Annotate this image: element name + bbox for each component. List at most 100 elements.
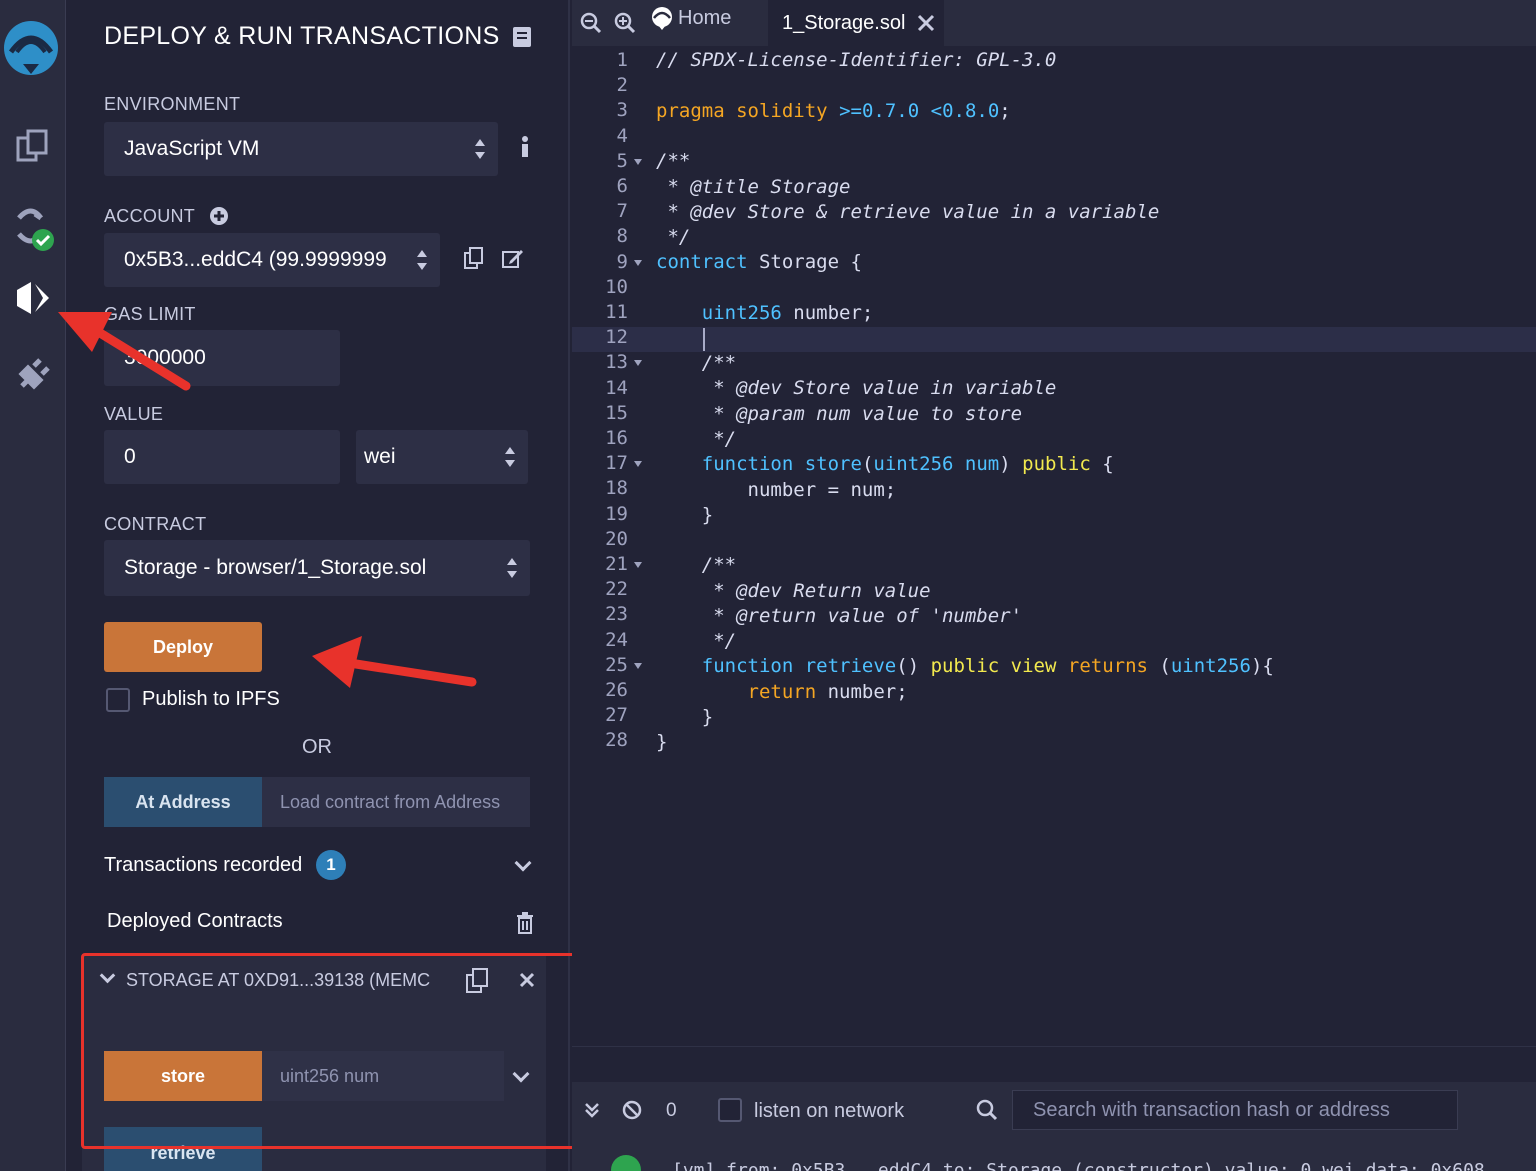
line-number: 16: [605, 427, 628, 449]
code-line-27: }: [656, 706, 714, 728]
line-number: 17: [605, 452, 628, 475]
icon-rail: [0, 0, 66, 1171]
listen-network-label: listen on network: [754, 1100, 905, 1122]
publish-ipfs-checkbox[interactable]: [106, 688, 130, 712]
fold-toggle-icon[interactable]: [634, 259, 642, 266]
contract-label: CONTRACT: [104, 514, 207, 534]
gas-limit-input[interactable]: 3000000: [104, 330, 340, 386]
line-number: 14: [605, 376, 628, 399]
contract-value: Storage - browser/1_Storage.sol: [124, 556, 427, 579]
line-number: 4: [616, 124, 628, 147]
terminal: 0 listen on network Search with transact…: [572, 1082, 1536, 1171]
code-line-5: /**: [656, 150, 691, 172]
file-explorer-icon[interactable]: [0, 128, 66, 164]
line-number: 24: [605, 628, 628, 651]
editor: Home 1_Storage.sol 1 2 3 4 5 6 7 8 9 10 11 12 13 14 15…: [572, 0, 1536, 1171]
fold-toggle-icon[interactable]: [634, 562, 642, 568]
active-line-highlight: [572, 327, 1536, 352]
account-select[interactable]: 0x5B3...eddC4 (99.9999999: [104, 233, 440, 287]
clear-console-icon[interactable]: [622, 1100, 642, 1125]
line-number: 27: [605, 704, 628, 727]
transaction-search-input[interactable]: Search with transaction hash or address: [1012, 1090, 1458, 1130]
zoom-in-icon[interactable]: [614, 12, 636, 39]
success-check-icon: [610, 1154, 642, 1171]
terminal-log-line: [vm] from: 0x5B3...eddC4 to: Storage.(co…: [672, 1160, 1518, 1171]
line-number: 6: [616, 175, 628, 197]
value-amount: 0: [124, 445, 136, 468]
plugin-manager-icon[interactable]: [0, 356, 66, 392]
contract-select[interactable]: Storage - browser/1_Storage.sol: [104, 540, 530, 596]
zoom-out-icon[interactable]: [580, 12, 602, 39]
line-number: 28: [605, 729, 628, 752]
line-number: 12: [605, 326, 628, 349]
code-line-6: * @title Storage: [656, 176, 851, 198]
value-input[interactable]: 0: [104, 430, 340, 484]
at-address-input[interactable]: Load contract from Address: [262, 777, 530, 827]
code-line-14: * @dev Store value in variable: [656, 377, 1057, 399]
fold-toggle-icon[interactable]: [634, 158, 642, 165]
tab-storage-sol-label: 1_Storage.sol: [782, 11, 906, 34]
line-number: 19: [605, 502, 628, 525]
copy-address-icon[interactable]: [466, 968, 490, 999]
line-number: 25: [605, 653, 628, 676]
select-arrows-icon: [504, 446, 516, 468]
code-line-8: */: [656, 226, 691, 248]
close-instance-icon[interactable]: [519, 972, 535, 993]
at-address-button[interactable]: At Address: [104, 777, 262, 827]
info-icon[interactable]: [520, 136, 530, 163]
code-line-3: pragma solidity >=0.7.0 <0.8.0;: [656, 100, 1011, 122]
trash-icon[interactable]: [516, 912, 534, 939]
line-number: 5: [616, 149, 628, 172]
tab-bar: Home 1_Storage.sol: [572, 0, 1536, 46]
value-unit-select[interactable]: wei: [356, 430, 528, 484]
listen-network-checkbox[interactable]: [718, 1098, 742, 1122]
fold-toggle-icon[interactable]: [634, 662, 642, 669]
line-number: 21: [605, 553, 628, 575]
collapse-terminal-icon[interactable]: [584, 1102, 600, 1123]
transactions-count-badge: 1: [316, 850, 346, 880]
environment-label: ENVIRONMENT: [104, 94, 241, 114]
compiler-icon[interactable]: [0, 204, 66, 254]
panel-title: DEPLOY & RUN TRANSACTIONS: [104, 22, 500, 50]
store-input[interactable]: uint256 num: [262, 1051, 504, 1101]
select-arrows-icon: [506, 557, 518, 579]
line-number: 13: [605, 351, 628, 374]
tab-storage-sol[interactable]: 1_Storage.sol: [768, 0, 944, 46]
line-number: 20: [605, 527, 628, 550]
deploy-run-icon[interactable]: [0, 280, 66, 316]
retrieve-button[interactable]: retrieve: [104, 1127, 262, 1171]
pending-tx-count: 0: [666, 1100, 677, 1121]
fold-toggle-icon[interactable]: [634, 360, 642, 367]
store-button[interactable]: store: [104, 1051, 262, 1101]
add-account-icon[interactable]: [209, 206, 229, 231]
line-number: 15: [605, 401, 628, 424]
sign-message-icon[interactable]: [502, 247, 524, 274]
documentation-icon[interactable]: [512, 26, 532, 53]
account-value: 0x5B3...eddC4 (99.9999999: [124, 248, 387, 271]
value-unit: wei: [364, 445, 396, 468]
text-cursor: [703, 328, 705, 351]
code-line-24: */: [656, 630, 737, 652]
copy-account-icon[interactable]: [464, 247, 484, 274]
terminal-divider[interactable]: [572, 1046, 1536, 1082]
chevron-down-icon[interactable]: [514, 854, 532, 872]
code-line-13: /**: [701, 352, 737, 374]
select-arrows-icon: [474, 138, 486, 160]
search-icon: [976, 1099, 998, 1126]
select-arrows-icon: [416, 249, 428, 271]
fold-toggle-icon[interactable]: [634, 461, 642, 468]
tab-home[interactable]: Home: [650, 6, 731, 30]
close-tab-icon[interactable]: [917, 14, 935, 32]
code-line-28: }: [656, 731, 668, 753]
line-number: 26: [605, 679, 628, 701]
line-number: 10: [605, 275, 628, 298]
environment-select[interactable]: JavaScript VM: [104, 122, 498, 176]
gas-limit-label: GAS LIMIT: [104, 304, 196, 324]
or-label: OR: [302, 736, 332, 758]
transactions-recorded-label: Transactions recorded: [104, 854, 303, 876]
code-line-25: function retrieve() public view returns …: [701, 655, 1274, 677]
line-number: 22: [605, 578, 628, 601]
line-number: 11: [605, 301, 628, 323]
deploy-button[interactable]: Deploy: [104, 622, 262, 672]
remix-logo-icon[interactable]: [0, 18, 66, 80]
